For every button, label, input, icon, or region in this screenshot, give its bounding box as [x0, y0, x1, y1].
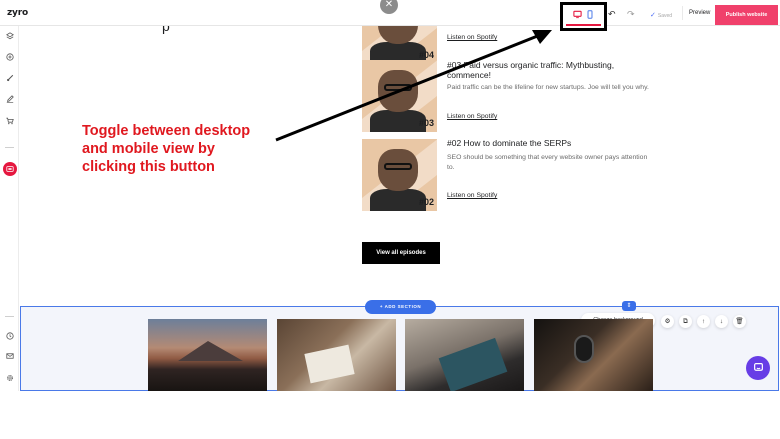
- layers-icon[interactable]: [3, 31, 16, 44]
- redo-icon[interactable]: ↷: [627, 9, 635, 20]
- mail-icon[interactable]: [3, 351, 16, 364]
- episode-number: #03: [418, 118, 434, 128]
- episode-title: #03 Paid versus organic traffic: Mythbus…: [447, 60, 615, 80]
- tutorial-annotation: Toggle between desktop and mobile view b…: [82, 123, 251, 175]
- podcast-icon[interactable]: [3, 162, 17, 176]
- spotify-link[interactable]: Listen on Spotify: [447, 113, 497, 120]
- sidebar-divider: [5, 316, 14, 317]
- episode-card[interactable]: #04 Listen on Spotify: [362, 26, 652, 64]
- episode-number: #02: [418, 197, 434, 207]
- drag-handle-icon[interactable]: ⇕: [622, 301, 636, 311]
- episode-number: #04: [418, 50, 434, 60]
- selected-section[interactable]: + ADD SECTION ⇕ Change background ⚙ ⧉ ↑ …: [20, 300, 779, 391]
- add-circle-icon[interactable]: [3, 52, 16, 65]
- pen-icon[interactable]: [3, 94, 16, 107]
- add-section-button[interactable]: + ADD SECTION: [365, 300, 436, 314]
- editor-app: zyro ✕ ↶ ↷ ✓ Saved Preview Publish websit…: [0, 0, 780, 391]
- check-icon: ✓: [650, 12, 656, 19]
- desktop-view-icon[interactable]: [573, 10, 582, 21]
- arrow-down-icon[interactable]: ↓: [715, 315, 728, 328]
- episode-card[interactable]: #03 #03 Paid versus organic traffic: Myt…: [362, 60, 652, 132]
- episode-thumbnail[interactable]: #02: [362, 139, 437, 211]
- heading-fragment: p: [162, 26, 170, 34]
- gallery-image[interactable]: [148, 319, 267, 391]
- chat-icon[interactable]: [746, 356, 770, 380]
- view-all-episodes-button[interactable]: View all episodes: [362, 242, 440, 264]
- episode-thumbnail[interactable]: #04: [362, 26, 437, 64]
- mobile-view-icon[interactable]: [587, 10, 593, 21]
- settings-icon[interactable]: [3, 373, 16, 386]
- episode-thumbnail[interactable]: #03: [362, 60, 437, 132]
- trash-icon[interactable]: 🗑: [733, 315, 746, 328]
- saved-status: ✓ Saved: [650, 11, 672, 19]
- episode-card[interactable]: #02 #02 How to dominate the SERPs SEO sh…: [362, 138, 652, 211]
- left-sidebar: [0, 26, 19, 391]
- episode-title: #02 How to dominate the SERPs: [447, 138, 572, 148]
- gear-icon[interactable]: ⚙: [661, 315, 674, 328]
- brush-icon[interactable]: [3, 73, 16, 86]
- preview-button[interactable]: Preview: [682, 6, 716, 20]
- zyro-logo[interactable]: zyro: [7, 8, 28, 18]
- saved-label: Saved: [657, 13, 673, 19]
- spotify-link[interactable]: Listen on Spotify: [447, 34, 497, 41]
- cart-icon[interactable]: [3, 116, 16, 129]
- undo-icon[interactable]: ↶: [608, 9, 616, 20]
- episode-description: SEO should be something that every websi…: [447, 154, 648, 171]
- gallery-image[interactable]: [534, 319, 653, 391]
- arrow-up-icon[interactable]: ↑: [697, 315, 710, 328]
- episode-description: Paid traffic can be the lifeline for new…: [447, 84, 649, 91]
- website-canvas: p #04 Listen on Spotify #03 #03 Paid ver…: [20, 26, 780, 391]
- spotify-link[interactable]: Listen on Spotify: [447, 192, 497, 199]
- duplicate-icon[interactable]: ⧉: [679, 315, 692, 328]
- close-icon[interactable]: ✕: [380, 0, 398, 14]
- top-bar: zyro ✕ ↶ ↷ ✓ Saved Preview Publish websit…: [0, 0, 780, 31]
- gallery-image[interactable]: [277, 319, 396, 391]
- sidebar-divider: [5, 147, 14, 148]
- publish-button[interactable]: Publish website: [715, 5, 778, 25]
- help-icon[interactable]: [3, 331, 16, 344]
- gallery-image[interactable]: [405, 319, 524, 391]
